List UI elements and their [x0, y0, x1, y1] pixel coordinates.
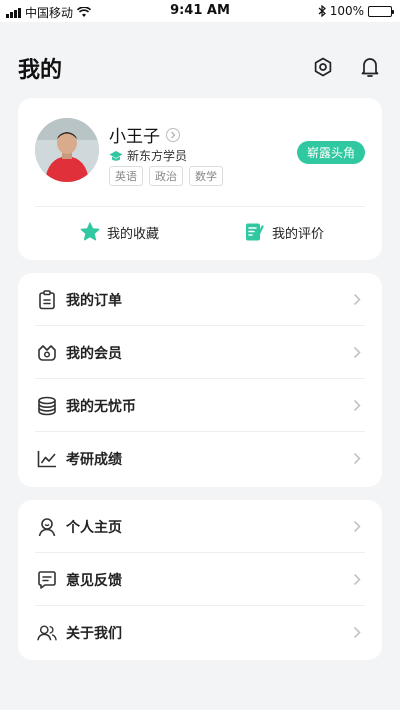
bell-icon[interactable]	[358, 55, 382, 79]
member-icon	[37, 343, 57, 363]
menu-item-label: 我的无忧币	[66, 398, 136, 415]
status-right: 100%	[318, 4, 394, 18]
star-icon	[80, 222, 100, 241]
user-name[interactable]: 小王子	[109, 122, 180, 147]
menu-item-feedback[interactable]: 意见反馈	[18, 553, 382, 606]
subject-tag: 英语	[109, 166, 143, 186]
level-badge[interactable]: 崭露头角	[296, 141, 365, 164]
favorites-label: 我的收藏	[107, 226, 160, 242]
divider	[35, 206, 365, 207]
chevron-right-icon	[353, 399, 363, 413]
menu-item-about[interactable]: 关于我们	[18, 606, 382, 659]
reviews-label: 我的评价	[272, 226, 325, 242]
menu-item-membership[interactable]: 我的会员	[18, 326, 382, 379]
chevron-right-icon	[353, 346, 363, 360]
chevron-right-circle-icon	[166, 127, 180, 142]
avatar[interactable]	[35, 118, 99, 182]
subject-tag: 数学	[189, 166, 223, 186]
coin-icon	[37, 396, 57, 416]
menu-item-scores[interactable]: 考研成绩	[18, 432, 382, 485]
order-icon	[37, 289, 57, 310]
status-bar: 中国移动 9:41 AM 100%	[0, 0, 400, 22]
settings-icon[interactable]	[311, 55, 335, 79]
subject-tag: 政治	[149, 166, 183, 186]
bluetooth-icon	[318, 5, 326, 17]
subject-tags: 英语 政治 数学	[109, 166, 223, 186]
menu-item-label: 我的会员	[66, 345, 122, 362]
review-icon	[246, 223, 264, 241]
feedback-icon	[37, 570, 57, 590]
user-name-text: 小王子	[109, 127, 160, 147]
menu-item-label: 我的订单	[66, 292, 122, 309]
member-text: 新东方学员	[127, 149, 188, 163]
menu-item-orders[interactable]: 我的订单	[18, 273, 382, 326]
menu-item-profile-page[interactable]: 个人主页	[18, 500, 382, 553]
menu-item-label: 考研成绩	[66, 451, 122, 468]
chevron-right-icon	[353, 573, 363, 587]
chevron-right-icon	[353, 626, 363, 640]
team-icon	[37, 623, 57, 643]
menu-item-label: 意见反馈	[66, 572, 122, 589]
menu-group-2: 个人主页 意见反馈 关于我们	[18, 500, 382, 660]
battery-percent: 100%	[329, 4, 364, 18]
menu-item-label: 个人主页	[66, 519, 122, 536]
chevron-right-icon	[353, 452, 363, 466]
battery-icon	[368, 5, 394, 17]
profile-card: 小王子 新东方学员 英语 政治 数学 崭露头角 我的收藏 我的评价	[18, 98, 382, 260]
menu-item-label: 关于我们	[66, 625, 122, 642]
chevron-right-icon	[353, 520, 363, 534]
chevron-right-icon	[353, 293, 363, 307]
user-icon	[37, 517, 57, 537]
page-title: 我的	[18, 58, 63, 83]
favorites-link[interactable]: 我的收藏	[80, 222, 159, 242]
reviews-link[interactable]: 我的评价	[245, 222, 324, 242]
member-label: 新东方学员	[109, 147, 187, 164]
menu-group-1: 我的订单 我的会员 我的无忧币 考研成绩	[18, 273, 382, 487]
graduation-cap-icon	[109, 150, 123, 161]
chart-icon	[37, 449, 57, 469]
menu-item-coins[interactable]: 我的无忧币	[18, 379, 382, 432]
